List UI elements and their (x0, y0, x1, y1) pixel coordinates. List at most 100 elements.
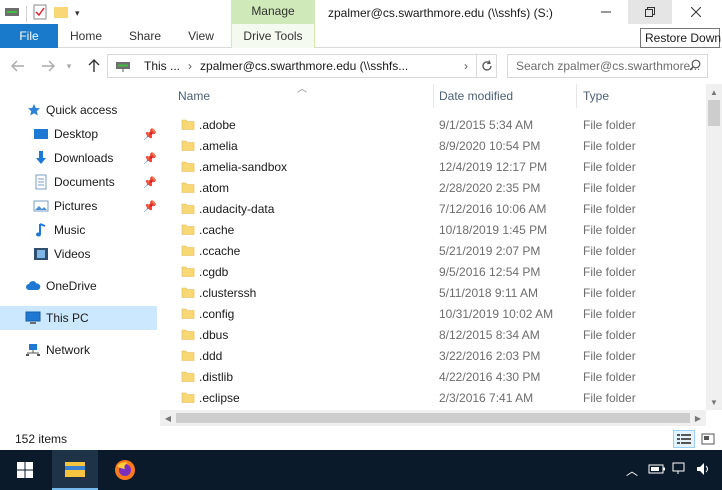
restore-down-tooltip: Restore Down (640, 28, 721, 48)
nav-documents[interactable]: Documents 📌 (0, 170, 157, 194)
folder-icon (181, 159, 195, 173)
nav-label: Documents (54, 175, 115, 189)
tab-drive-tools[interactable]: Drive Tools (231, 24, 315, 48)
folder-icon (181, 327, 195, 341)
nav-onedrive[interactable]: OneDrive (0, 274, 157, 298)
nav-pictures[interactable]: Pictures 📌 (0, 194, 157, 218)
file-row[interactable]: .dbus 8/12/2015 8:34 AM File folder (160, 324, 694, 345)
file-row[interactable]: .atom 2/28/2020 2:35 PM File folder (160, 177, 694, 198)
document-icon (33, 174, 49, 190)
file-row[interactable]: .amelia 8/9/2020 10:54 PM File folder (160, 135, 694, 156)
pin-icon[interactable]: 📌 (143, 152, 157, 165)
volume-icon[interactable] (696, 462, 712, 479)
file-row[interactable]: .amelia-sandbox 12/4/2019 12:17 PM File fo… (160, 156, 694, 177)
network-drive-icon (108, 59, 138, 73)
chevron-down-icon: ▾ (66, 60, 72, 71)
details-view-icon (677, 434, 691, 444)
nav-music[interactable]: Music (0, 218, 157, 242)
folder-icon (181, 369, 195, 383)
file-row[interactable]: .eclipse 2/3/2016 7:41 AM File folder (160, 387, 694, 408)
back-button[interactable] (8, 56, 28, 76)
column-divider[interactable] (433, 84, 434, 108)
column-header-name[interactable]: Name (178, 84, 428, 108)
file-row[interactable]: .ddd 3/22/2016 2:03 PM File folder (160, 345, 694, 366)
breadcrumb-drive[interactable]: zpalmer@cs.swarthmore.edu (\\sshfs... (194, 59, 414, 73)
file-date-modified: 2/28/2020 2:35 PM (439, 181, 541, 195)
file-row[interactable]: .audacity-data 7/12/2016 10:06 AM File fol… (160, 198, 694, 219)
file-row[interactable]: .config 10/31/2019 10:02 AM File folder (160, 303, 694, 324)
column-divider[interactable] (576, 84, 577, 108)
forward-button[interactable] (38, 56, 58, 76)
network-tray-icon[interactable] (672, 462, 688, 479)
horizontal-scroll-thumb[interactable] (176, 413, 690, 423)
large-icons-view-button[interactable] (697, 430, 719, 448)
breadcrumb-chevron-icon[interactable]: › (186, 59, 194, 73)
restore-button[interactable] (628, 0, 672, 24)
vertical-scrollbar[interactable]: ▲ ▼ (706, 84, 722, 410)
nav-downloads[interactable]: Downloads 📌 (0, 146, 157, 170)
tab-home[interactable]: Home (66, 24, 106, 48)
customize-qat-icon[interactable]: ▾ (75, 8, 80, 19)
nav-quick-access[interactable]: Quick access (0, 98, 157, 122)
file-row[interactable]: .cgdb 9/5/2016 12:54 PM File folder (160, 261, 694, 282)
breadcrumb-chevron-icon[interactable]: › (462, 59, 476, 73)
file-type: File folder (583, 244, 636, 258)
scroll-up-arrow-icon[interactable]: ▲ (706, 84, 722, 100)
folder-icon (181, 285, 195, 299)
file-row[interactable]: .clusterssh 5/11/2018 9:11 AM File folder (160, 282, 694, 303)
taskbar: ︿ (0, 450, 722, 490)
nav-videos[interactable]: Videos (0, 242, 157, 266)
large-icons-view-icon (701, 433, 715, 445)
scroll-left-arrow-icon[interactable]: ◀ (160, 410, 176, 426)
file-row[interactable]: .cache 10/18/2019 1:45 PM File folder (160, 219, 694, 240)
restore-icon (645, 7, 655, 17)
windows-logo-icon (17, 462, 33, 478)
pin-icon[interactable]: 📌 (143, 200, 157, 213)
folder-icon (181, 180, 195, 194)
up-button[interactable] (84, 56, 104, 76)
taskbar-firefox[interactable] (102, 450, 148, 490)
refresh-button[interactable] (477, 54, 497, 78)
nav-desktop[interactable]: Desktop 📌 (0, 122, 157, 146)
minimize-button[interactable] (584, 0, 628, 24)
drive-icon[interactable] (4, 5, 20, 22)
close-icon (691, 7, 701, 17)
horizontal-scrollbar[interactable]: ◀ ▶ (160, 410, 706, 426)
column-header-type[interactable]: Type (583, 84, 683, 108)
download-arrow-icon (33, 150, 49, 166)
file-row[interactable]: .adobe 9/1/2015 5:34 AM File folder (160, 114, 694, 135)
file-row[interactable]: .ccache 5/21/2019 2:07 PM File folder (160, 240, 694, 261)
scroll-down-arrow-icon[interactable]: ▼ (706, 394, 722, 410)
column-header-date[interactable]: Date modified (439, 84, 569, 108)
show-hidden-icons-chevron-icon[interactable]: ︿ (626, 462, 638, 479)
file-date-modified: 3/22/2016 2:03 PM (439, 349, 541, 363)
tab-share[interactable]: Share (126, 24, 164, 48)
nav-label: Music (54, 223, 86, 237)
folder-icon (181, 138, 195, 152)
nav-network[interactable]: Network (0, 338, 157, 362)
file-row[interactable]: .distlib 4/22/2016 4:30 PM File folder (160, 366, 694, 387)
breadcrumb-this-pc[interactable]: This ... (138, 59, 186, 73)
nav-label: Network (46, 343, 91, 357)
recent-locations-button[interactable]: ▾ (62, 56, 76, 76)
close-button[interactable] (674, 0, 718, 24)
address-bar[interactable]: This ... › zpalmer@cs.swarthmore.edu (\\… (107, 54, 477, 78)
pin-icon[interactable]: 📌 (143, 176, 157, 189)
tab-view[interactable]: View (184, 24, 218, 48)
pin-icon[interactable]: 📌 (143, 128, 157, 141)
scroll-right-arrow-icon[interactable]: ▶ (690, 410, 706, 426)
battery-icon[interactable] (648, 462, 666, 479)
firefox-icon (115, 460, 135, 480)
nav-this-pc[interactable]: This PC (0, 306, 157, 330)
title-bar: ▾ Manage zpalmer@cs.swarthmore.edu (\\ss… (0, 0, 722, 24)
search-box[interactable]: Search zpalmer@cs.swarthmore... (507, 54, 708, 78)
details-view-button[interactable] (673, 430, 695, 448)
vertical-scroll-thumb[interactable] (708, 100, 720, 126)
arrow-left-icon (11, 60, 24, 72)
file-type: File folder (583, 391, 636, 405)
tab-file[interactable]: File (0, 24, 58, 48)
taskbar-file-explorer[interactable] (52, 450, 98, 490)
start-button[interactable] (2, 450, 48, 490)
properties-icon[interactable] (33, 4, 47, 23)
new-folder-icon[interactable] (53, 5, 69, 22)
